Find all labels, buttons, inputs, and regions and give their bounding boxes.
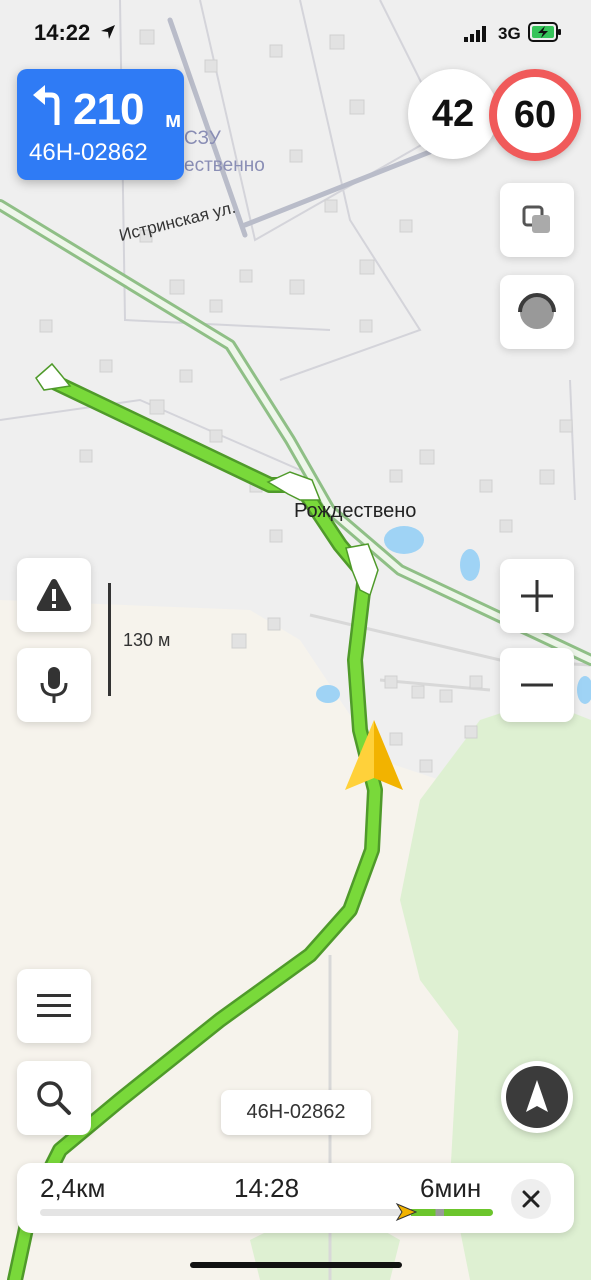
remaining-duration: 6мин [420,1173,482,1203]
close-route-button[interactable] [511,1179,551,1219]
zoom-out-icon [521,683,553,687]
current-speed: 42 [408,69,498,159]
layers-button[interactable] [500,183,574,257]
compass-button[interactable] [501,1061,573,1133]
arrival-time: 14:28 [234,1173,300,1203]
progress-position-icon [395,1203,417,1221]
snt-label: СЗУ [184,128,221,149]
speed-limit-sign: 60 [489,69,581,161]
maneuver-card[interactable]: 210 м 46Н-02862 [17,69,184,180]
menu-button[interactable] [17,969,91,1043]
traffic-button[interactable] [500,275,574,349]
village-label[interactable]: Рождествено [294,500,416,523]
mic-icon [40,667,68,703]
compass-icon [526,1080,548,1112]
search-button[interactable] [17,1061,91,1135]
battery-icon [528,22,561,42]
scale-bar [108,583,111,696]
remaining-distance: 2,4км [40,1173,106,1203]
zoom-out-button[interactable] [500,648,574,722]
traffic-icon [518,293,556,329]
alert-icon [36,579,72,611]
snt-label-2: ественно [184,155,265,176]
maneuver-distance: 210 [73,85,144,134]
scale-label: 130 м [123,630,171,650]
status-time: 14:22 [34,20,91,45]
close-icon [522,1190,540,1208]
zoom-in-button[interactable] [500,559,574,633]
maneuver-road-name: 46Н-02862 [29,139,148,166]
route-progress-bar [40,1209,493,1216]
signal-icon [464,26,486,42]
maneuver-distance-unit: м [165,107,182,132]
layers-icon [522,205,550,233]
route-progress-remaining [411,1209,493,1216]
menu-icon [37,994,71,1017]
network-type: 3G [498,24,521,43]
turn-left-icon [33,85,60,125]
status-bar: 14:22 3G [0,0,591,64]
voice-button[interactable] [17,648,91,722]
home-indicator[interactable] [190,1262,402,1268]
route-summary-panel[interactable]: 2,4км 14:28 6мин [17,1163,574,1233]
zoom-in-icon [521,580,553,612]
current-road-chip: 46Н-02862 [221,1090,371,1135]
navigation-cursor-icon [345,720,403,790]
search-icon [37,1081,71,1115]
location-arrow-icon [101,25,115,39]
report-incident-button[interactable] [17,558,91,632]
